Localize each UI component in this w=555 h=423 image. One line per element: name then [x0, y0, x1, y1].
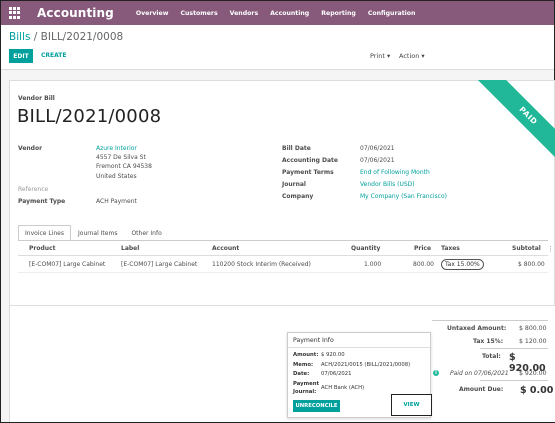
payment-info-title: Payment Info — [293, 337, 334, 344]
menu-overview[interactable]: Overview — [136, 10, 169, 17]
column-header-subtotal[interactable]: Subtotal — [512, 245, 541, 252]
tax-label: Tax 15%: — [473, 338, 504, 345]
payment-terms-link[interactable]: End of Following Month — [360, 169, 430, 176]
vendor-label: Vendor — [18, 145, 43, 152]
column-header-label[interactable]: Label — [121, 245, 139, 252]
row-label: [E-COM07] Large Cabinet — [121, 261, 198, 268]
totals-top-divider — [432, 320, 548, 321]
row-quantity: 1.000 — [364, 261, 382, 268]
payment-memo-value: ACH/2021/0015 (BILL/2021/0008) — [321, 362, 411, 368]
row-subtotal: $ 800.00 — [518, 261, 545, 268]
form-sheet-bottom — [9, 306, 555, 422]
breadcrumb: Bills / BILL/2021/0008 — [9, 31, 123, 43]
row-price: 800.00 — [413, 261, 434, 268]
document-type-label: Vendor Bill — [18, 95, 55, 102]
paid-on-label: Paid on 07/06/2021 — [450, 370, 509, 377]
tax-value: $ 120.00 — [519, 338, 547, 345]
payment-journal-label-2: Journal: — [293, 389, 317, 395]
menu-reporting[interactable]: Reporting — [321, 10, 356, 17]
unreconcile-button[interactable]: UNRECONCILE — [293, 400, 340, 412]
row-tax-badge: Tax 15.00% — [441, 259, 484, 270]
menu-accounting[interactable]: Accounting — [270, 10, 309, 17]
column-header-quantity[interactable]: Quantity — [351, 245, 380, 252]
print-dropdown[interactable]: Print ▾ — [370, 52, 390, 60]
breadcrumb-current: BILL/2021/0008 — [40, 31, 124, 43]
amount-due-value: $ 0.00 — [520, 385, 554, 396]
vendor-name-link[interactable]: Azure Interior — [96, 145, 137, 152]
table-row-divider — [18, 272, 548, 273]
accounting-date-value: 07/06/2021 — [360, 157, 395, 164]
apps-grid-icon[interactable] — [9, 7, 23, 19]
row-product: [E-COM07] Large Cabinet — [29, 261, 106, 268]
menu-vendors[interactable]: Vendors — [230, 10, 258, 17]
payment-date-value: 07/06/2021 — [321, 371, 352, 377]
payment-date-label: Date: — [293, 371, 310, 377]
paid-ribbon-label: PAID — [474, 80, 555, 170]
tab-other-info[interactable]: Other Info — [124, 225, 168, 241]
payment-amount-label: Amount: — [293, 352, 319, 358]
reference-label: Reference — [18, 186, 49, 193]
amount-due-divider — [480, 380, 548, 381]
menu-configuration[interactable]: Configuration — [368, 10, 416, 17]
payment-info-divider — [288, 347, 430, 348]
vendor-address-line-1: 4557 De Silva St — [96, 154, 146, 161]
breadcrumb-bills-link[interactable]: Bills — [9, 31, 30, 43]
vendor-address-line-3: United States — [96, 173, 137, 180]
bill-date-value: 07/06/2021 — [360, 145, 395, 152]
breadcrumb-separator: / — [33, 31, 38, 43]
table-header-divider — [18, 255, 548, 256]
vendor-address-line-2: Fremont CA 94538 — [96, 163, 152, 170]
tabs-divider — [18, 240, 548, 241]
row-account: 110200 Stock Interim (Received) — [212, 261, 311, 268]
column-header-product[interactable]: Product — [29, 245, 55, 252]
document-number: BILL/2021/0008 — [17, 106, 162, 127]
amount-due-label: Amount Due: — [459, 386, 504, 393]
payment-type-label: Payment Type — [18, 198, 66, 205]
bill-date-label: Bill Date — [282, 145, 311, 152]
column-options-icon[interactable]: ⋮ — [547, 245, 554, 253]
payment-amount-value: $ 920.00 — [321, 352, 345, 358]
payment-journal-value: ACH Bank (ACH) — [321, 385, 365, 391]
menu-customers[interactable]: Customers — [180, 10, 217, 17]
total-divider — [480, 348, 548, 349]
journal-label: Journal — [282, 181, 306, 188]
status-ribbon: PAID — [455, 80, 555, 180]
journal-link[interactable]: Vendor Bills (USD) — [360, 181, 415, 188]
company-label: Company — [282, 193, 314, 200]
payment-terms-label: Payment Terms — [282, 169, 334, 176]
create-button[interactable]: CREATE — [41, 52, 67, 59]
payment-memo-label: Memo: — [293, 362, 314, 368]
payment-info-icon[interactable]: i — [433, 370, 439, 376]
top-navbar: Accounting Overview Customers Vendors Ac… — [1, 1, 554, 25]
top-menu: Overview Customers Vendors Accounting Re… — [136, 10, 428, 17]
tab-invoice-lines[interactable]: Invoice Lines — [18, 225, 71, 241]
company-link[interactable]: My Company (San Francisco) — [360, 193, 447, 200]
view-payment-button[interactable]: VIEW — [391, 394, 432, 416]
action-dropdown[interactable]: Action ▾ — [399, 52, 425, 60]
accounting-date-label: Accounting Date — [282, 157, 338, 164]
column-header-price[interactable]: Price — [414, 245, 431, 252]
column-header-account[interactable]: Account — [212, 245, 239, 252]
payment-journal-label-1: Payment — [293, 381, 320, 387]
untaxed-amount-label: Untaxed Amount: — [447, 325, 507, 332]
edit-button[interactable]: EDIT — [9, 49, 33, 63]
notebook-tabs: Invoice Lines Journal Items Other Info — [18, 225, 169, 241]
tab-journal-items[interactable]: Journal Items — [71, 225, 124, 241]
untaxed-amount-value: $ 800.00 — [519, 325, 547, 332]
total-label: Total: — [482, 353, 501, 360]
payment-type-value: ACH Payment — [96, 198, 137, 205]
paid-amount-value: $ 920.00 — [519, 370, 547, 377]
column-header-taxes[interactable]: Taxes — [441, 245, 460, 252]
app-title[interactable]: Accounting — [37, 6, 114, 20]
